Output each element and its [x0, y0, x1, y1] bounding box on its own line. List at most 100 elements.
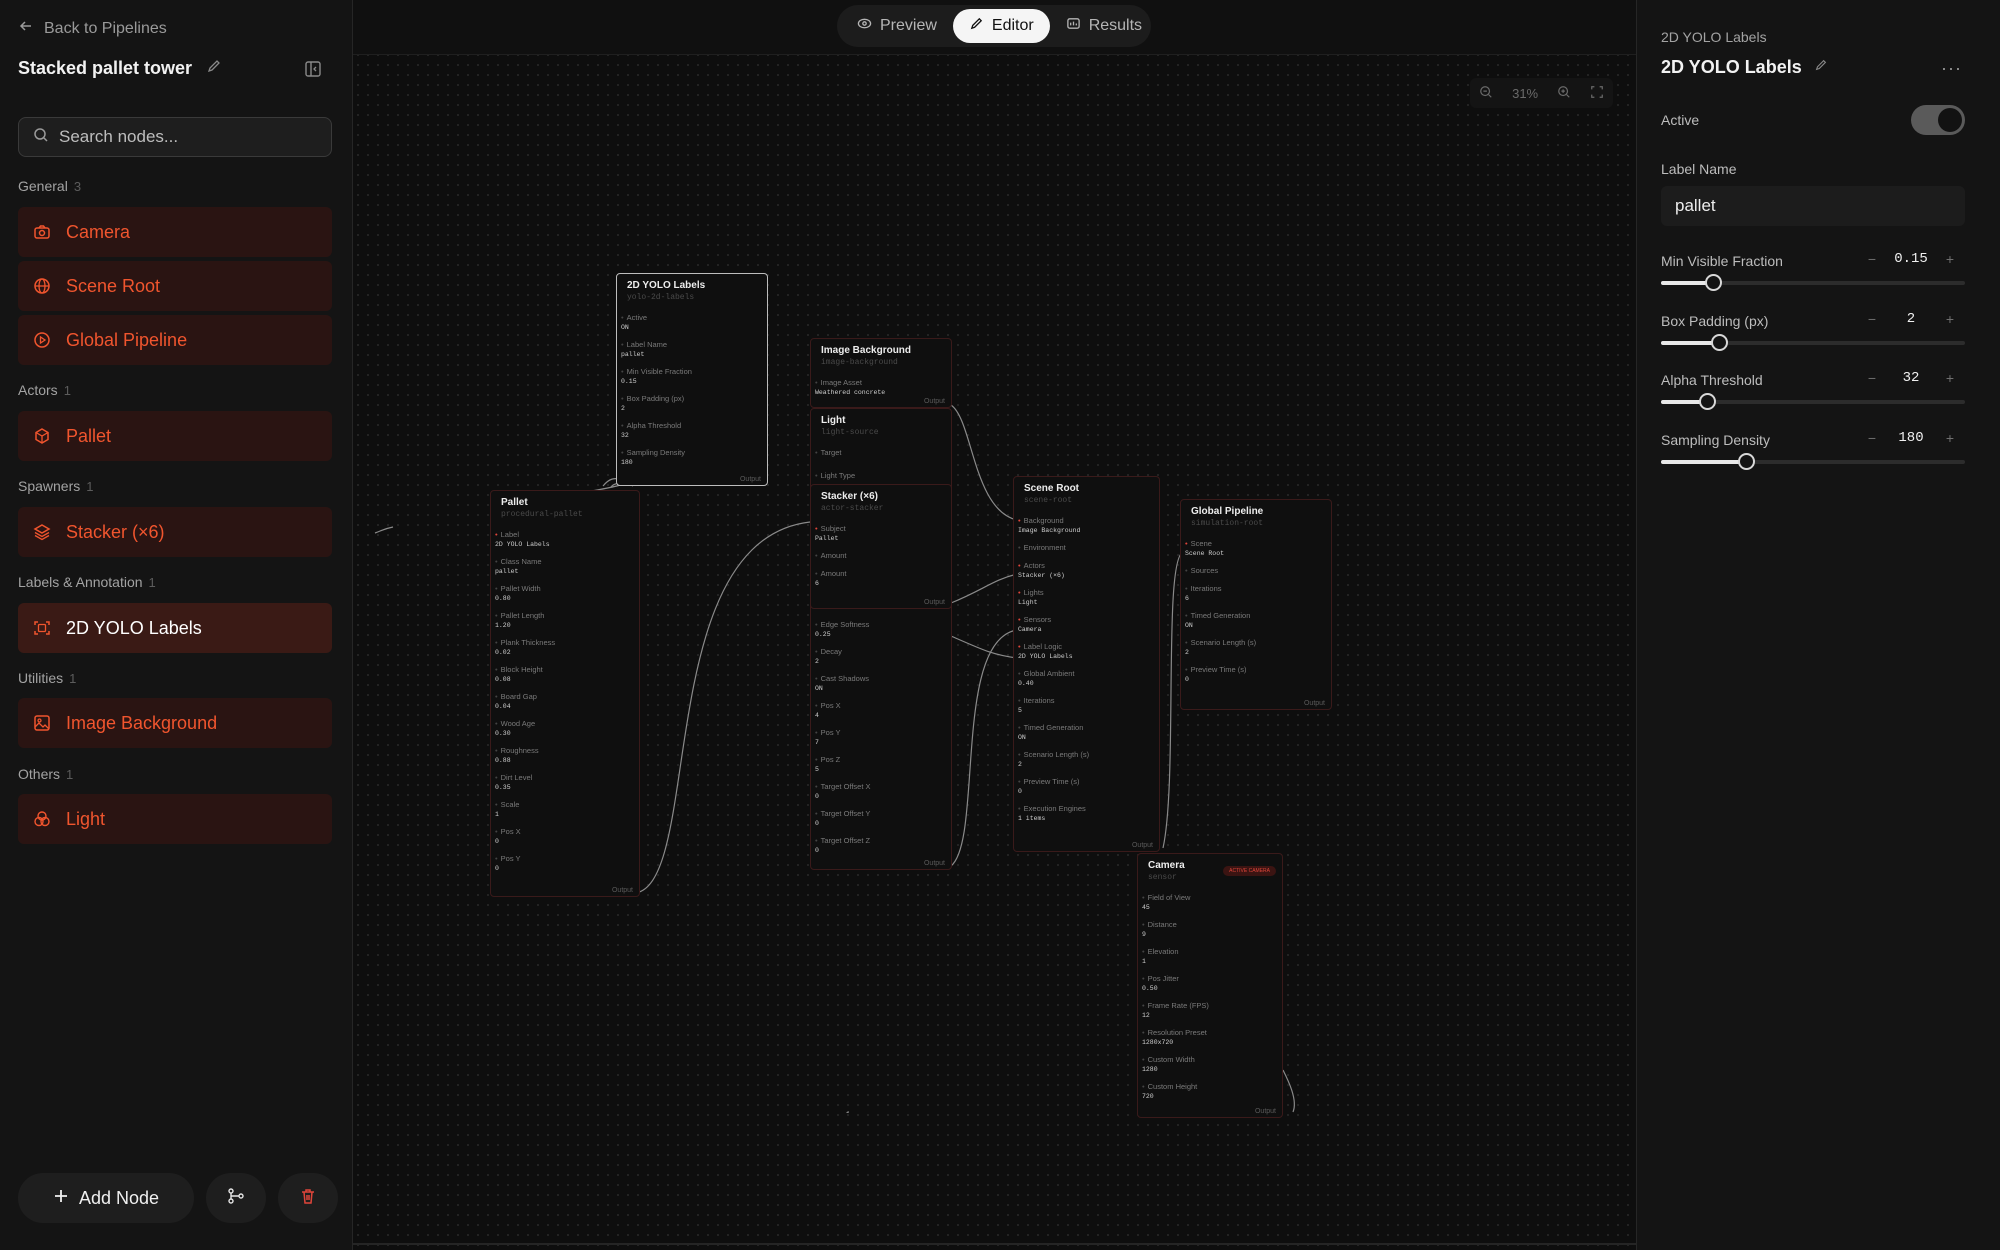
collapse-sidebar-icon[interactable]	[304, 60, 322, 83]
field-label: Min Visible Fraction	[1661, 253, 1783, 269]
fit-view-icon[interactable]	[1590, 85, 1604, 102]
search-input[interactable]	[59, 127, 319, 147]
sidebar-item-label: Image Background	[66, 712, 218, 733]
wire	[635, 521, 811, 894]
slider-thumb[interactable]	[1704, 274, 1722, 291]
back-label: Back to Pipelines	[44, 19, 167, 37]
decrement-button[interactable]: −	[1857, 430, 1887, 446]
slider-thumb[interactable]	[1738, 453, 1756, 470]
group-label-spawners: Spawners 1	[18, 478, 94, 494]
sidebar-item-label: Global Pipeline	[66, 329, 188, 350]
increment-button[interactable]: +	[1935, 370, 1965, 386]
output-port[interactable]: Output	[740, 476, 761, 483]
alpha-threshold-stepper: − 32 +	[1857, 370, 1965, 386]
wire	[1282, 1069, 1295, 1113]
increment-button[interactable]: +	[1935, 311, 1965, 327]
zoom-controls: 31%	[1470, 78, 1613, 108]
sidebar-item-label: Stacker (×6)	[66, 521, 165, 542]
search-box	[18, 117, 332, 157]
output-port[interactable]: Output	[924, 599, 945, 606]
add-node-button[interactable]: Add Node	[18, 1173, 194, 1223]
inspector-subtitle: 2D YOLO Labels	[1661, 29, 1767, 45]
sidebar-item-stacker[interactable]: Stacker (×6)	[18, 507, 332, 557]
tab-editor[interactable]: Editor	[952, 9, 1050, 43]
graph-node-camera[interactable]: Camerasensor ACTIVE CAMERA Field of View…	[1137, 853, 1283, 1118]
results-icon	[1066, 16, 1081, 36]
sampling-density-slider[interactable]	[1661, 453, 1965, 470]
graph-node-global-pipeline[interactable]: Global Pipelinesimulation-root SceneScen…	[1180, 499, 1332, 710]
decrement-button[interactable]: −	[1857, 251, 1887, 267]
decrement-button[interactable]: −	[1857, 370, 1887, 386]
more-options-icon[interactable]: ···	[1941, 58, 1962, 79]
increment-button[interactable]: +	[1935, 430, 1965, 446]
box-padding-slider[interactable]	[1661, 334, 1965, 351]
pencil-icon	[969, 16, 984, 36]
add-node-label: Add Node	[78, 1187, 160, 1208]
graph-node-pallet[interactable]: Palletprocedural-pallet Label2D YOLO Lab…	[490, 490, 640, 897]
sidebar-item-global-pipeline[interactable]: Global Pipeline	[18, 315, 332, 365]
stepper-value[interactable]: 0.15	[1887, 251, 1935, 267]
label-name-input[interactable]	[1661, 186, 1965, 226]
tab-preview[interactable]: Preview	[841, 9, 953, 43]
scan-icon	[32, 618, 52, 638]
output-port[interactable]: Output	[924, 398, 945, 405]
increment-button[interactable]: +	[1935, 251, 1965, 267]
decrement-button[interactable]: −	[1857, 311, 1887, 327]
graph-node-light[interactable]: Lightlight-source Target Light Type Edge…	[810, 408, 952, 870]
light-params: Edge Softness0.25 Decay2 Cast ShadowsON …	[811, 611, 871, 854]
group-label-actors: Actors 1	[18, 382, 71, 398]
search-icon	[33, 127, 49, 148]
field-label: Box Padding (px)	[1661, 313, 1769, 329]
left-sidebar: Back to Pipelines Stacked pallet tower G…	[0, 0, 353, 1250]
box-padding-stepper: − 2 +	[1857, 311, 1965, 327]
stepper-value[interactable]: 32	[1887, 370, 1935, 386]
node-params: ActiveON Label Namepallet Min Visible Fr…	[617, 313, 767, 466]
sidebar-item-pallet[interactable]: Pallet	[18, 411, 332, 461]
output-port[interactable]: Output	[1304, 700, 1325, 707]
min-visible-fraction-slider[interactable]	[1661, 274, 1965, 291]
graph-node-2d-yolo-labels[interactable]: 2D YOLO Labelsyolo-2d-labels ActiveON La…	[616, 273, 768, 486]
zoom-out-icon[interactable]	[1479, 85, 1493, 102]
group-label-general: General 3	[18, 178, 82, 194]
wire	[846, 1111, 850, 1114]
edit-pencil-icon[interactable]	[206, 58, 222, 79]
alpha-threshold-slider[interactable]	[1661, 393, 1965, 410]
delete-button[interactable]	[278, 1173, 338, 1223]
sidebar-item-label: Light	[66, 808, 106, 829]
field-label: Sampling Density	[1661, 432, 1770, 448]
output-port[interactable]: Output	[612, 887, 633, 894]
wire	[950, 404, 1018, 521]
sidebar-item-scene-root[interactable]: Scene Root	[18, 261, 332, 311]
output-port[interactable]: Output	[924, 860, 945, 867]
sidebar-item-image-background[interactable]: Image Background	[18, 698, 332, 748]
sidebar-item-2d-yolo-labels[interactable]: 2D YOLO Labels	[18, 603, 332, 653]
camera-icon	[32, 222, 52, 242]
back-to-pipelines-link[interactable]: Back to Pipelines	[18, 18, 167, 39]
active-camera-badge: ACTIVE CAMERA	[1223, 866, 1276, 876]
active-toggle[interactable]	[1911, 105, 1965, 135]
branch-button[interactable]	[206, 1173, 266, 1223]
output-port[interactable]: Output	[1255, 1108, 1276, 1115]
graph-node-image-background[interactable]: Image Backgroundimage-background Image A…	[810, 338, 952, 408]
graph-node-stacker[interactable]: Stacker (×6)actor-stacker SubjectPallet …	[810, 484, 952, 609]
sidebar-item-label: Scene Root	[66, 275, 161, 296]
field-label: Alpha Threshold	[1661, 372, 1763, 388]
graph-node-scene-root[interactable]: Scene Rootscene-root BackgroundImage Bac…	[1013, 476, 1160, 852]
group-label-utilities: Utilities 1	[18, 670, 77, 686]
zoom-in-icon[interactable]	[1557, 85, 1571, 102]
tab-results[interactable]: Results	[1050, 9, 1158, 43]
globe-icon	[32, 276, 52, 296]
sidebar-item-camera[interactable]: Camera	[18, 207, 332, 257]
output-port[interactable]: Output	[1132, 842, 1153, 849]
wire	[950, 573, 1018, 604]
stepper-value[interactable]: 2	[1887, 311, 1935, 327]
slider-thumb[interactable]	[1710, 334, 1728, 351]
stepper-value[interactable]: 180	[1887, 430, 1935, 446]
canvas-scrollbar[interactable]	[353, 1243, 1636, 1245]
edit-pencil-icon[interactable]	[1814, 58, 1828, 77]
sidebar-actions: Add Node	[18, 1173, 338, 1223]
sidebar-item-light[interactable]: Light	[18, 794, 332, 844]
slider-thumb[interactable]	[1698, 393, 1716, 410]
graph-canvas[interactable]: Preview Editor Results 31% 2D YOLO Label…	[353, 0, 1636, 1250]
label-name-label: Label Name	[1661, 161, 1737, 177]
